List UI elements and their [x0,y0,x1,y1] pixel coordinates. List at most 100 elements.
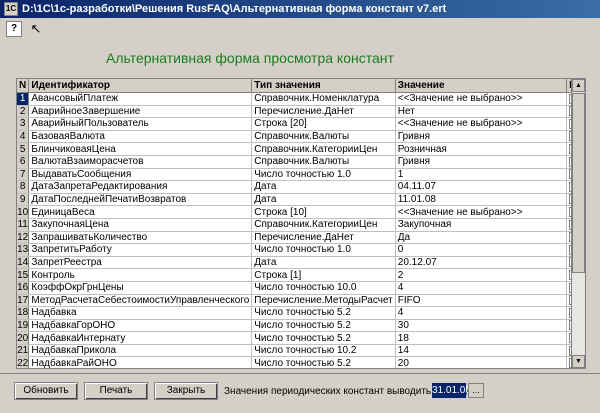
row-number[interactable]: 3 [17,117,30,131]
table-row[interactable]: 4 БазоваяВалюта Справочник.Валюты Гривня [17,130,585,144]
row-type[interactable]: Число точностью 10.0 [251,281,396,295]
row-value[interactable]: <<Значение не выбрано>> [395,205,568,219]
row-number[interactable]: 17 [17,294,30,308]
row-identifier[interactable]: БлинчиковаяЦена [28,142,253,156]
row-identifier[interactable]: ДатаЗапретаРедактирования [28,180,253,194]
table-row[interactable]: 6 ВалютаВзаиморасчетов Справочник.Валюты Гр… [17,155,585,169]
row-identifier[interactable]: ЗапретитьРаботу [28,243,253,257]
row-value[interactable]: 30 [395,319,568,333]
table-row[interactable]: 20 НадбавкаИнтернату Число точностью 5.2 18 [17,331,585,345]
row-type[interactable]: Перечисление.МетодыРасчет [251,294,396,308]
row-type[interactable]: Дата [251,180,396,194]
row-number[interactable]: 14 [17,256,30,270]
row-value[interactable]: 4 [395,281,568,295]
row-number[interactable]: 21 [17,344,30,358]
row-type[interactable]: Справочник.Валюты [251,155,396,169]
constants-table[interactable]: N Идентификатор Тип значения Значение П.… [16,78,586,369]
table-row[interactable]: 14 ЗапретРеестра Дата 20.12.07 [17,256,585,270]
row-value[interactable]: 11.01.08 [395,193,568,207]
vertical-scrollbar[interactable]: ▲ ▼ [571,79,585,368]
row-type[interactable]: Строка [1] [251,268,396,282]
row-number[interactable]: 18 [17,306,30,320]
row-value[interactable]: 20 [395,356,568,368]
help-icon[interactable]: ? [6,21,22,37]
row-number[interactable]: 7 [17,168,30,182]
table-row[interactable]: 8 ДатаЗапретаРедактирования Дата 04.11.07 [17,180,585,194]
row-identifier[interactable]: НадбавкаРайОНО [28,356,253,368]
row-identifier[interactable]: НадбавкаГорОНО [28,319,253,333]
col-header-n[interactable]: N [17,79,30,93]
table-row[interactable]: 7 ВыдаватьСообщения Число точностью 1.0 1 [17,168,585,182]
row-number[interactable]: 10 [17,205,30,219]
update-button[interactable]: Обновить [14,382,78,400]
table-row[interactable]: 13 ЗапретитьРаботу Число точностью 1.0 0 [17,243,585,257]
row-value[interactable]: Розничная [395,142,568,156]
row-type[interactable]: Число точностью 10.2 [251,344,396,358]
row-identifier[interactable]: ВыдаватьСообщения [28,168,253,182]
row-number[interactable]: 8 [17,180,30,194]
row-identifier[interactable]: Надбавка [28,306,253,320]
row-value[interactable]: Гривня [395,155,568,169]
row-value[interactable]: 14 [395,344,568,358]
row-number[interactable]: 13 [17,243,30,257]
table-row[interactable]: 11 ЗакупочнаяЦена Справочник.КатегорииЦен З… [17,218,585,232]
row-value[interactable]: Закупочная [395,218,568,232]
row-number[interactable]: 5 [17,142,30,156]
row-number[interactable]: 15 [17,268,30,282]
table-row[interactable]: 17 МетодРасчетаСебестоимостиУправленческо… [17,294,585,308]
row-number[interactable]: 16 [17,281,30,295]
row-identifier[interactable]: ЕдиницаВеса [28,205,253,219]
table-row[interactable]: 16 КоэффОкрГрнЦены Число точностью 10.0 4 [17,281,585,295]
row-identifier[interactable]: АварийноеЗавершение [28,105,253,119]
row-type[interactable]: Число точностью 5.2 [251,356,396,368]
row-number[interactable]: 2 [17,105,30,119]
table-row[interactable]: 22 НадбавкаРайОНО Число точностью 5.2 20 [17,356,585,368]
row-number[interactable]: 9 [17,193,30,207]
col-header-id[interactable]: Идентификатор [28,79,253,93]
row-number[interactable]: 4 [17,130,30,144]
row-type[interactable]: Справочник.Номенклатура [251,92,396,106]
row-type[interactable]: Число точностью 5.2 [251,306,396,320]
row-identifier[interactable]: АварийныйПользователь [28,117,253,131]
row-identifier[interactable]: НадбавкаПрикола [28,344,253,358]
row-identifier[interactable]: ВалютаВзаиморасчетов [28,155,253,169]
table-row[interactable]: 18 Надбавка Число точностью 5.2 4 [17,306,585,320]
row-type[interactable]: Справочник.КатегорииЦен [251,218,396,232]
row-number[interactable]: 22 [17,356,30,368]
table-row[interactable]: 21 НадбавкаПрикола Число точностью 10.2 14 [17,344,585,358]
row-number[interactable]: 1 [17,92,30,106]
row-value[interactable]: Гривня [395,130,568,144]
row-value[interactable]: 20.12.07 [395,256,568,270]
row-number[interactable]: 12 [17,231,30,245]
table-row[interactable]: 3 АварийныйПользователь Строка [20] <<Значе… [17,117,585,131]
periodic-date-input[interactable]: 31.01.08 [432,383,471,398]
row-number[interactable]: 11 [17,218,30,232]
table-row[interactable]: 2 АварийноеЗавершение Перечисление.ДаНет Не… [17,105,585,119]
row-value[interactable]: 18 [395,331,568,345]
row-number[interactable]: 20 [17,331,30,345]
row-type[interactable]: Справочник.Валюты [251,130,396,144]
row-type[interactable]: Число точностью 1.0 [251,168,396,182]
row-value[interactable]: Нет [395,105,568,119]
close-button[interactable]: Закрыть [154,382,218,400]
row-number[interactable]: 19 [17,319,30,333]
row-value[interactable]: Да [395,231,568,245]
row-value[interactable]: 2 [395,268,568,282]
table-row[interactable]: 5 БлинчиковаяЦена Справочник.КатегорииЦен Р… [17,142,585,156]
row-identifier[interactable]: КоэффОкрГрнЦены [28,281,253,295]
row-identifier[interactable]: НадбавкаИнтернату [28,331,253,345]
print-button[interactable]: Печать [84,382,148,400]
table-row[interactable]: 15 Контроль Строка [1] 2 [17,268,585,282]
row-identifier[interactable]: БазоваяВалюта [28,130,253,144]
scroll-thumb[interactable] [572,93,585,273]
row-value[interactable]: 1 [395,168,568,182]
row-identifier[interactable]: АвансовыйПлатеж [28,92,253,106]
table-row[interactable]: 1 АвансовыйПлатеж Справочник.Номенклатура <… [17,92,585,106]
row-value[interactable]: <<Значение не выбрано>> [395,92,568,106]
row-identifier[interactable]: МетодРасчетаСебестоимостиУправленческого [28,294,253,308]
row-type[interactable]: Перечисление.ДаНет [251,231,396,245]
row-value[interactable]: FIFO [395,294,568,308]
row-value[interactable]: <<Значение не выбрано>> [395,117,568,131]
table-row[interactable]: 19 НадбавкаГорОНО Число точностью 5.2 30 [17,319,585,333]
row-type[interactable]: Строка [10] [251,205,396,219]
